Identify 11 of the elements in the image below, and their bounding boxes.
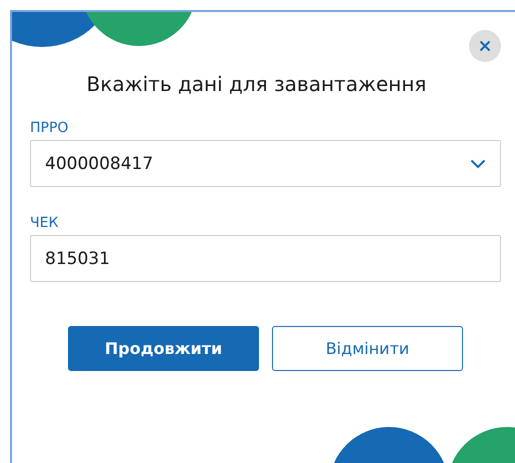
chevron-down-icon <box>470 158 486 168</box>
field-label: ПРРО <box>30 120 70 136</box>
field-label: ЧЕК <box>30 215 60 231</box>
field-value: 4000008417 <box>45 154 154 174</box>
dropdown-field[interactable]: 4000008417 <box>30 140 501 187</box>
input-field[interactable]: 815031 <box>30 235 501 282</box>
dialog-title: Вкажіть дані для завантаження <box>86 72 428 96</box>
cancel-button[interactable]: Відмінити <box>272 326 463 371</box>
close-icon <box>479 40 491 52</box>
continue-button[interactable]: Продовжити <box>68 326 259 371</box>
close-button[interactable] <box>469 30 501 62</box>
